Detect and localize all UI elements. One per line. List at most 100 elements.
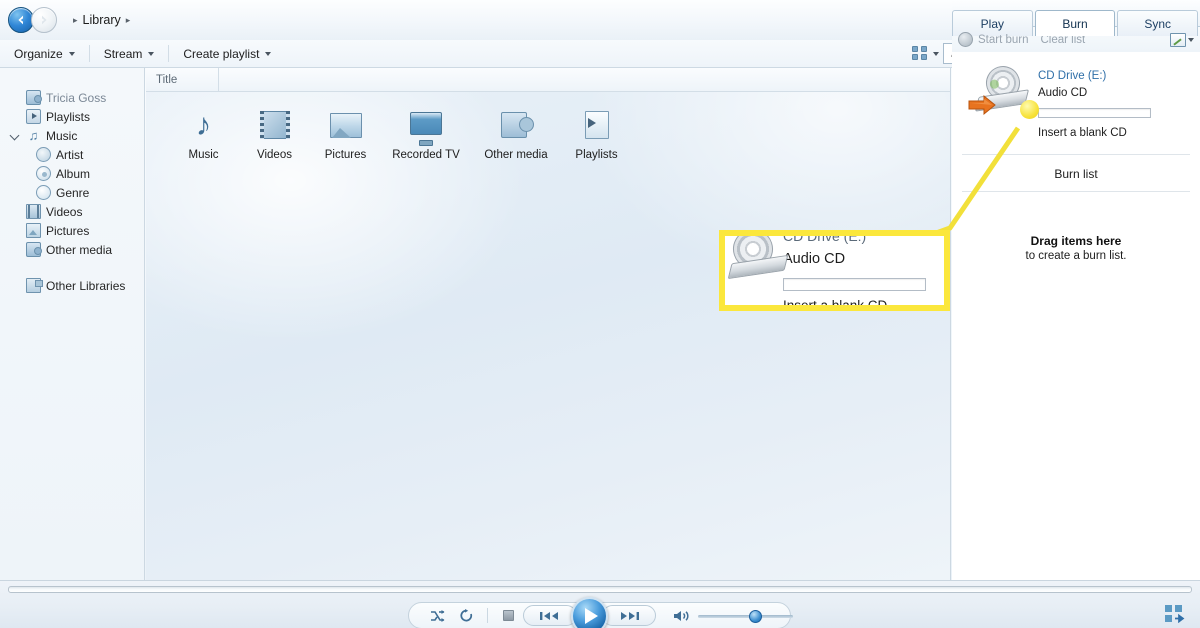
picture-icon xyxy=(26,223,41,238)
video-icon xyxy=(26,204,41,219)
playlist-icon xyxy=(26,109,41,124)
tab-burn[interactable]: Burn xyxy=(1034,10,1116,36)
play-icon xyxy=(584,607,598,624)
nav-buttons xyxy=(8,7,57,33)
view-options-icon[interactable] xyxy=(912,46,929,61)
switch-to-now-playing-button[interactable] xyxy=(1164,604,1186,623)
repeat-icon xyxy=(460,608,472,621)
sidebar-item-label: Album xyxy=(56,166,91,181)
playback-bar xyxy=(0,580,1200,628)
callout-insert-prompt: Insert a blank CD xyxy=(783,298,888,311)
create-playlist-menu[interactable]: Create playlist xyxy=(173,43,281,65)
cd-insert-prompt: Insert a blank CD xyxy=(1038,127,1127,139)
burn-options-group xyxy=(1170,32,1194,47)
next-icon xyxy=(620,611,639,620)
sidebar-item-music[interactable]: ♫ Music xyxy=(0,126,144,145)
next-button[interactable] xyxy=(601,605,656,626)
breadcrumb-label[interactable]: Library xyxy=(83,13,121,27)
library-tile-recorded-tv[interactable]: Recorded TV xyxy=(381,108,471,161)
sidebar-item-artist[interactable]: Artist xyxy=(0,145,144,164)
column-header-title[interactable]: Title xyxy=(146,68,218,92)
cd-drive-text: CD Drive (E:) Audio CD Insert a blank CD xyxy=(1038,66,1151,139)
previous-icon xyxy=(539,611,558,620)
callout-row: CD Drive (E:) Audio CD Insert a blank CD xyxy=(725,236,944,311)
library-sidebar: Tricia Goss Playlists ♫ Music Artist Alb… xyxy=(0,68,145,580)
sidebar-item-label: Other media xyxy=(46,242,113,257)
tv-icon xyxy=(408,108,444,142)
cd-drive-title[interactable]: CD Drive (E:) xyxy=(1038,68,1151,85)
tile-label: Music xyxy=(188,149,219,161)
insert-arrow-icon xyxy=(968,94,996,116)
sidebar-item-other-libraries[interactable]: Other Libraries xyxy=(0,276,144,295)
sidebar-item-genre[interactable]: Genre xyxy=(0,183,144,202)
forward-button[interactable] xyxy=(31,7,57,33)
callout-cd-graphic xyxy=(727,236,789,295)
seek-slider[interactable] xyxy=(8,586,1192,593)
library-content: Title ♪ Music Videos Pictures Recorded T… xyxy=(146,67,951,580)
sidebar-item-label: Videos xyxy=(46,204,83,219)
library-tile-pictures[interactable]: Pictures xyxy=(310,108,381,161)
callout-anchor-dot xyxy=(1020,100,1039,119)
volume-slider[interactable] xyxy=(698,609,794,623)
shuffle-icon xyxy=(430,609,445,622)
callout-capacity-bar xyxy=(783,278,926,291)
media-player-window: ▸ Library ▸ Organize Stream Create playl… xyxy=(0,0,1200,628)
other-media-icon xyxy=(26,242,42,257)
tile-label: Videos xyxy=(257,149,292,161)
stop-icon xyxy=(502,610,514,621)
tab-label: Burn xyxy=(1062,16,1088,31)
tab-label: Sync xyxy=(1144,16,1172,31)
organize-menu-label: Organize xyxy=(14,46,63,61)
chevron-down-icon[interactable] xyxy=(1188,37,1194,42)
breadcrumb-leading-arrow-icon: ▸ xyxy=(73,14,78,25)
sidebar-item-tricia-goss[interactable]: Tricia Goss xyxy=(0,88,144,107)
tile-label: Pictures xyxy=(324,149,367,161)
sidebar-item-album[interactable]: Album xyxy=(0,164,144,183)
sidebar-item-label: Artist xyxy=(56,147,84,162)
library-tile-videos[interactable]: Videos xyxy=(239,108,310,161)
stop-button[interactable] xyxy=(494,610,523,621)
music-note-icon: ♪ xyxy=(195,107,212,142)
artist-icon xyxy=(36,147,51,162)
volume-knob[interactable] xyxy=(749,609,763,623)
organize-menu[interactable]: Organize xyxy=(4,43,85,65)
sidebar-item-playlists[interactable]: Playlists xyxy=(0,107,144,126)
column-divider[interactable] xyxy=(218,67,219,92)
panel-divider xyxy=(962,191,1190,192)
picture-icon xyxy=(328,108,364,142)
panel-tabs: Play Burn Sync xyxy=(952,0,1200,36)
view-options-chevron-down-icon[interactable] xyxy=(933,51,939,56)
start-burn-label: Start burn xyxy=(978,33,1029,46)
burn-options-icon[interactable] xyxy=(1170,32,1186,47)
burn-drop-zone[interactable]: Drag items here to create a burn list. xyxy=(952,234,1200,262)
burn-panel: Play Burn Sync Start burn Clear list CD … xyxy=(952,0,1200,580)
sidebar-item-label: Tricia Goss xyxy=(46,90,107,105)
chevron-down-icon xyxy=(148,51,155,56)
tile-label: Other media xyxy=(484,149,548,161)
control-separator xyxy=(486,608,488,623)
breadcrumb[interactable]: ▸ Library ▸ xyxy=(73,13,130,27)
library-tile-other-media[interactable]: Other media xyxy=(471,108,561,161)
repeat-button[interactable] xyxy=(452,608,481,623)
sidebar-item-videos[interactable]: Videos xyxy=(0,202,144,221)
library-tile-playlists[interactable]: Playlists xyxy=(561,108,632,161)
shuffle-button[interactable] xyxy=(423,609,452,623)
sidebar-item-other-media[interactable]: Other media xyxy=(0,240,144,259)
callout-content: CD Drive (E:) Audio CD Insert a blank CD xyxy=(725,236,944,311)
panel-divider xyxy=(962,154,1190,155)
cd-drive-graphic xyxy=(960,61,1039,132)
previous-button[interactable] xyxy=(522,605,577,626)
library-tile-music[interactable]: ♪ Music xyxy=(168,107,239,162)
breadcrumb-trailing-arrow-icon[interactable]: ▸ xyxy=(126,15,131,26)
toolbar-separator xyxy=(88,45,90,62)
sidebar-item-pictures[interactable]: Pictures xyxy=(0,221,144,240)
sidebar-item-label: Genre xyxy=(56,185,90,200)
burn-icon xyxy=(958,32,973,47)
column-header-row: Title xyxy=(146,67,950,92)
chevron-expander-icon[interactable] xyxy=(10,130,21,141)
album-icon xyxy=(36,166,51,181)
play-button[interactable] xyxy=(570,596,608,628)
mute-button[interactable] xyxy=(668,609,697,623)
stream-menu[interactable]: Stream xyxy=(94,43,165,65)
start-burn-button[interactable]: Start burn xyxy=(958,32,1029,47)
